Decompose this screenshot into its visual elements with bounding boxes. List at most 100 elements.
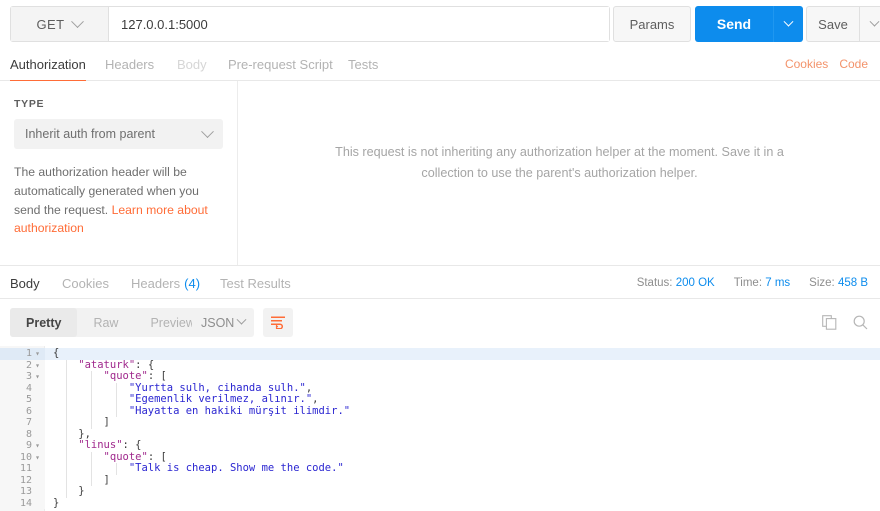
tab-label: Test Results: [220, 275, 291, 291]
code-text: "Hayatta en hakiki mürşit ilimdir.": [129, 405, 350, 418]
indent-guide: [65, 405, 67, 417]
copy-button[interactable]: [822, 315, 837, 330]
indent-guide: [116, 405, 118, 417]
auth-description: The authorization header will be automat…: [14, 163, 223, 238]
code-line: 11 "Talk is cheap. Show me the code.": [0, 462, 880, 475]
tab-tests[interactable]: Tests: [348, 47, 378, 81]
line-number: 5: [0, 394, 45, 406]
save-options-button[interactable]: [860, 6, 880, 42]
code-text: ]: [104, 474, 110, 487]
indent-guide: [65, 486, 67, 498]
search-icon: [853, 315, 868, 330]
params-button-label: Params: [629, 16, 675, 32]
fold-toggle-icon[interactable]: ▾: [33, 371, 42, 383]
time-meta: Time: 7 ms: [734, 277, 790, 289]
request-url-bar: GET Params Send Save: [0, 0, 880, 47]
size-value: 458 B: [837, 276, 868, 289]
tab-test-results[interactable]: Test Results: [220, 266, 291, 300]
code-text: }: [53, 497, 59, 510]
indent-guide: [116, 394, 118, 406]
indent-guide: [65, 428, 67, 440]
code-lines: 1 ▾{2 ▾ "ataturk": {3 ▾ "quote": [4 "Yurtta su…: [0, 346, 880, 509]
chevron-down-icon: [869, 16, 880, 27]
fold-toggle-icon[interactable]: ▾: [33, 360, 42, 372]
code-token: : [: [147, 450, 167, 463]
line-number: 14: [0, 497, 45, 509]
line-number: 12: [0, 474, 45, 486]
tab-body[interactable]: Body: [177, 47, 207, 81]
send-options-button[interactable]: [773, 6, 803, 42]
line-number: 9 ▾: [0, 440, 45, 452]
auth-type-select[interactable]: Inherit auth from parent: [14, 119, 223, 149]
tab-headers[interactable]: Headers: [105, 47, 154, 81]
indent-guide: [65, 382, 67, 394]
indent-guide: [90, 417, 92, 429]
tab-label: Authorization: [10, 56, 86, 72]
tab-label: Body: [10, 275, 40, 291]
chevron-down-icon: [783, 16, 794, 27]
code-token: "linus": [78, 439, 123, 451]
indent-guide: [65, 394, 67, 406]
wrap-lines-icon: [270, 316, 285, 329]
size-label: Size:: [809, 276, 835, 289]
code-line: 7]: [0, 416, 880, 429]
code-text: ]: [104, 416, 110, 429]
indent-guide: [116, 463, 118, 475]
indent-guide: [116, 382, 118, 394]
http-method-selector[interactable]: GET: [11, 7, 109, 41]
tab-pre-request-script[interactable]: Pre-request Script: [228, 47, 333, 81]
search-button[interactable]: [853, 315, 868, 330]
indent-guide: [90, 394, 92, 406]
chevron-down-icon: [201, 124, 214, 138]
indent-guide: [65, 451, 67, 463]
tab-label: Tests: [348, 56, 379, 72]
code-token: }: [78, 485, 85, 497]
code-text: }: [78, 485, 85, 498]
view-mode-label: Preview: [150, 315, 195, 330]
tab-response-headers[interactable]: Headers (4): [131, 266, 200, 300]
line-number: 7: [0, 417, 45, 429]
send-button[interactable]: Send: [695, 6, 773, 42]
tab-response-cookies[interactable]: Cookies: [62, 266, 109, 300]
tab-response-body[interactable]: Body: [10, 266, 40, 301]
params-button[interactable]: Params: [613, 6, 691, 42]
wrap-lines-button[interactable]: [263, 308, 293, 337]
url-input[interactable]: [109, 7, 609, 41]
view-mode-raw[interactable]: Raw: [77, 308, 134, 337]
auth-type-label: TYPE: [14, 98, 45, 110]
headers-count-badge: (4): [184, 275, 201, 291]
code-token: "Egemenlik verilmez, alınır.": [128, 393, 313, 405]
response-actions: [822, 308, 868, 337]
line-number: 10 ▾: [0, 451, 45, 464]
indent-guide: [65, 417, 67, 429]
code-line: 12]: [0, 474, 880, 487]
indent-guide: [65, 440, 67, 452]
indent-guide: [90, 382, 92, 394]
response-meta: Status: 200 OK Time: 7 ms Size: 458 B: [637, 266, 868, 299]
chevron-down-icon: [236, 314, 247, 325]
save-button[interactable]: Save: [806, 6, 860, 42]
status-label: Status:: [636, 276, 673, 289]
code-link[interactable]: Code: [839, 57, 868, 71]
line-number: 2 ▾: [0, 359, 45, 372]
tab-label: Headers: [131, 275, 181, 291]
cookies-link[interactable]: Cookies: [785, 57, 828, 71]
tab-authorization[interactable]: Authorization: [10, 47, 86, 82]
response-body-viewer[interactable]: 1 ▾{2 ▾ "ataturk": {3 ▾ "quote": [4 "Yurtta su…: [0, 346, 880, 511]
tab-label: Body: [177, 56, 207, 72]
view-mode-pretty[interactable]: Pretty: [10, 308, 78, 337]
code-token: {: [53, 347, 60, 359]
view-mode-label: Pretty: [26, 315, 62, 330]
status-meta: Status: 200 OK: [637, 277, 715, 289]
save-button-group: Save: [806, 6, 880, 42]
fold-toggle-icon[interactable]: ▾: [33, 452, 42, 464]
response-format-value: JSON: [201, 315, 235, 330]
line-number: 11: [0, 463, 45, 475]
save-button-label: Save: [818, 16, 848, 32]
fold-toggle-icon[interactable]: ▾: [33, 440, 42, 452]
response-format-select[interactable]: JSON: [192, 308, 254, 337]
auth-empty-message: This request is not inheriting any autho…: [335, 145, 784, 180]
indent-guide: [65, 463, 67, 475]
fold-toggle-icon[interactable]: ▾: [33, 348, 42, 360]
line-number: 6: [0, 405, 45, 417]
